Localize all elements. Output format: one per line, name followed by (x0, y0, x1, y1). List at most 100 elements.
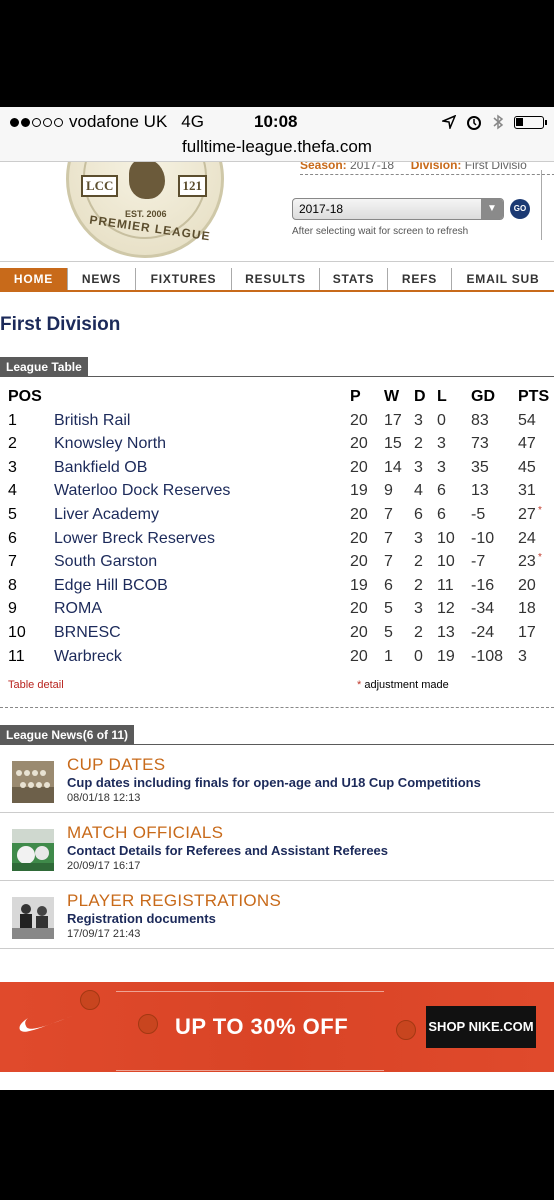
goal-difference: 13 (471, 482, 489, 500)
won-count: 6 (384, 576, 393, 594)
goal-difference: -7 (471, 553, 486, 571)
goal-difference: -108 (471, 647, 504, 665)
select-hint: After selecting wait for screen to refre… (292, 226, 469, 237)
lost-count: 19 (437, 647, 455, 665)
table-detail-link[interactable]: Table detail (8, 679, 64, 691)
team-name-link[interactable]: Warbreck (54, 648, 122, 666)
table-row: 8 Edge Hill BCOB 19 6 2 11 -16 20 (0, 573, 554, 597)
played-count: 20 (350, 458, 368, 476)
drawn-count: 3 (414, 600, 423, 618)
adjustment-text: adjustment made (364, 679, 449, 691)
clock: 10:08 (254, 112, 298, 131)
adjustment-star: * (357, 679, 362, 691)
team-name-link[interactable]: Bankfield OB (54, 459, 147, 477)
played-count: 19 (350, 576, 368, 594)
football-photo-icon (12, 829, 54, 871)
status-right (442, 114, 547, 130)
goal-difference: 83 (471, 411, 489, 429)
team-name-link[interactable]: Lower Breck Reserves (54, 530, 215, 548)
lost-count: 13 (437, 624, 455, 641)
registration-photo-icon (12, 897, 54, 939)
won-count: 17 (384, 411, 402, 429)
drawn-count: 2 (414, 553, 423, 571)
played-count: 20 (350, 553, 368, 571)
team-name-link[interactable]: South Garston (54, 553, 157, 571)
played-count: 20 (350, 411, 368, 429)
news-item[interactable]: PLAYER REGISTRATIONS Registration docume… (0, 883, 554, 949)
table-row: 9 ROMA 20 5 3 12 -34 18 (0, 596, 554, 620)
status-bar: vodafone UK 4G 10:08 (0, 107, 554, 137)
nav-home[interactable]: HOME (0, 268, 68, 290)
drawn-count: 4 (414, 482, 423, 500)
season-select[interactable]: 2017-18 ▼ (292, 198, 504, 220)
header-w: W (384, 388, 400, 405)
played-count: 19 (350, 482, 368, 500)
nav-refs[interactable]: REFS (388, 268, 452, 290)
nav-results[interactable]: RESULTS (232, 268, 320, 290)
logo-left-text: LCC (81, 175, 119, 197)
news-category: CUP DATES (67, 755, 166, 774)
table-row: 5 Liver Academy 20 7 6 6 -5 27 * (0, 502, 554, 526)
signal-strength-icon (10, 117, 63, 127)
team-name-link[interactable]: Waterloo Dock Reserves (54, 482, 230, 500)
table-row: 11 Warbreck 20 1 0 19 -108 3 (0, 644, 554, 668)
url-bar[interactable]: fulltime-league.thefa.com (0, 137, 554, 162)
header-l: L (437, 388, 447, 405)
url-text: fulltime-league.thefa.com (182, 137, 372, 156)
goal-difference: 35 (471, 458, 489, 476)
ball-decoration (80, 990, 100, 1010)
points: 17 (518, 624, 536, 641)
played-count: 20 (350, 506, 368, 523)
team-position: 11 (8, 647, 25, 665)
team-position: 5 (8, 506, 17, 523)
go-button[interactable]: GO (510, 199, 530, 219)
lost-count: 3 (437, 435, 446, 453)
news-item[interactable]: MATCH OFFICIALS Contact Details for Refe… (0, 815, 554, 881)
team-name-link[interactable]: ROMA (54, 600, 102, 618)
shop-nike-button[interactable]: SHOP NIKE.COM (426, 1006, 536, 1048)
team-position: 8 (8, 576, 17, 594)
dashed-divider (0, 707, 554, 708)
nike-ad-banner[interactable]: UP TO 30% OFF SHOP NIKE.COM (0, 982, 554, 1072)
team-name-link[interactable]: Liver Academy (54, 506, 159, 524)
lost-count: 0 (437, 411, 446, 429)
played-count: 20 (350, 435, 368, 453)
nike-swoosh-icon (19, 1016, 72, 1032)
news-headline[interactable]: Contact Details for Referees and Assista… (67, 843, 388, 858)
table-row: 7 South Garston 20 7 2 10 -7 23 * (0, 549, 554, 573)
lost-count: 12 (437, 600, 455, 618)
lost-count: 3 (437, 458, 446, 476)
news-item[interactable]: CUP DATES Cup dates including finals for… (0, 747, 554, 813)
header-d: D (414, 388, 426, 405)
points: 54 (518, 411, 536, 429)
team-name-link[interactable]: BRNESC (54, 624, 121, 642)
news-headline[interactable]: Cup dates including finals for open-age … (67, 775, 481, 790)
news-date: 08/01/18 12:13 (67, 792, 141, 804)
team-name-link[interactable]: Edge Hill BCOB (54, 577, 168, 595)
points: 31 (518, 482, 536, 500)
nav-fixtures[interactable]: FIXTURES (136, 268, 232, 290)
points: 3 (518, 647, 527, 665)
table-row: 2 Knowsley North 20 15 2 3 73 47 (0, 431, 554, 455)
table-row: 4 Waterloo Dock Reserves 19 9 4 6 13 31 (0, 478, 554, 502)
season-label: Season: (300, 162, 347, 172)
drawn-count: 0 (414, 647, 423, 665)
division-label: Division: (410, 162, 462, 172)
season-value: 2017-18 (350, 162, 395, 172)
nav-news[interactable]: NEWS (68, 268, 136, 290)
goal-difference: 73 (471, 435, 489, 453)
drawn-count: 2 (414, 435, 423, 453)
won-count: 7 (384, 529, 393, 547)
nav-email-sub[interactable]: EMAIL SUB (452, 268, 554, 290)
played-count: 20 (350, 600, 368, 618)
network-type: 4G (181, 112, 204, 131)
carrier-name: vodafone UK (69, 112, 168, 131)
ball-decoration (138, 1014, 158, 1034)
team-name-link[interactable]: British Rail (54, 412, 130, 430)
league-logo[interactable]: LCC 121 EST. 2006 PREMIER LEAGUE (66, 162, 224, 258)
nav-stats[interactable]: STATS (320, 268, 388, 290)
won-count: 14 (384, 458, 402, 476)
news-headline[interactable]: Registration documents (67, 911, 216, 926)
team-name-link[interactable]: Knowsley North (54, 435, 166, 453)
chevron-down-icon: ▼ (481, 199, 503, 219)
